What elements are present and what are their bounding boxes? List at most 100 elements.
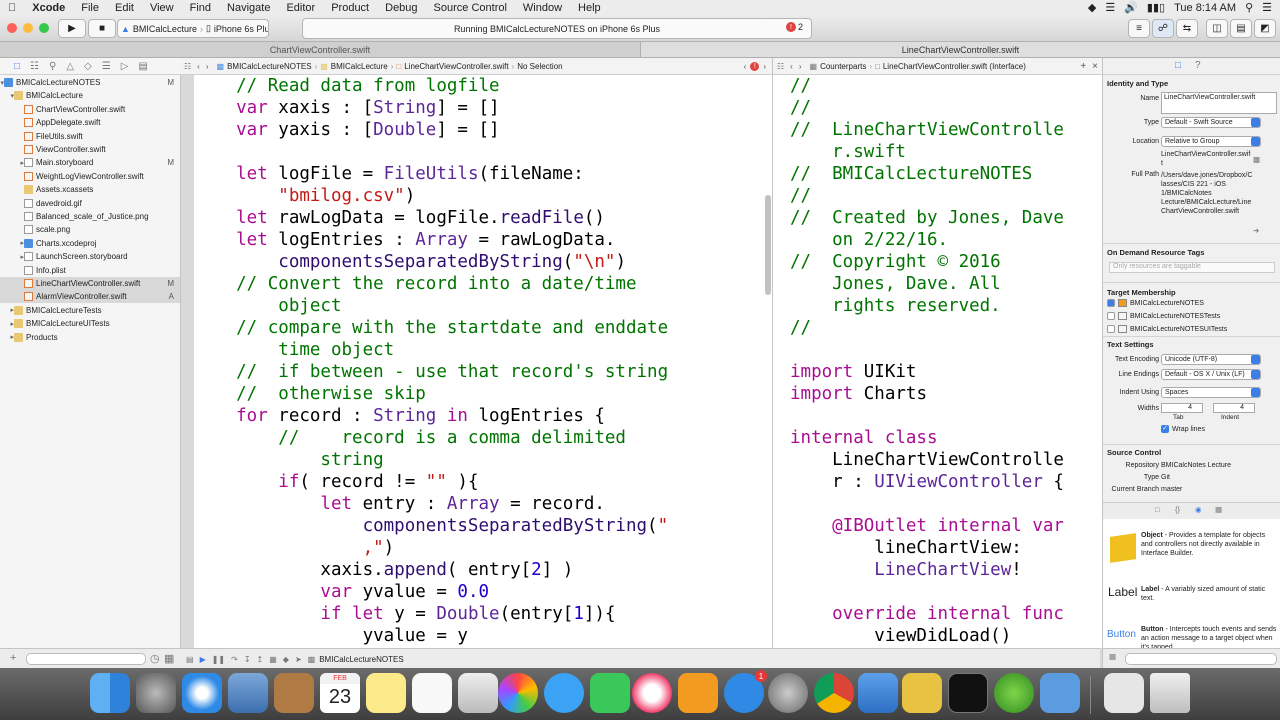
tab-width-field[interactable]: 4	[1161, 403, 1203, 413]
target-membership-item[interactable]: BMICalcLectureNOTESTests	[1107, 312, 1220, 320]
menu-source-control[interactable]: Source Control	[426, 2, 515, 14]
previous-issue-icon[interactable]: ‹	[744, 62, 747, 71]
disclosure-triangle-icon[interactable]: ▸	[0, 320, 14, 328]
nav-item[interactable]: ▸ Products	[0, 331, 180, 344]
photos-icon[interactable]	[498, 673, 538, 713]
library-item-object[interactable]: Object - Provides a template for objects…	[1141, 531, 1277, 558]
dropbox-icon[interactable]: ◆	[1088, 1, 1096, 14]
location-select[interactable]: Relative to Group	[1161, 136, 1261, 147]
toggle-navigator-button[interactable]: ◫	[1206, 19, 1228, 38]
spotlight-icon[interactable]: ⚲	[1245, 1, 1253, 14]
nav-item[interactable]: AlarmViewController.swift A	[0, 290, 180, 304]
facetime-icon[interactable]	[590, 673, 630, 713]
menu-view[interactable]: View	[142, 2, 182, 14]
grid-view-icon[interactable]: ▦	[1109, 652, 1116, 661]
jump-project[interactable]: BMICalcLectureNOTES	[227, 62, 311, 71]
warning-icon[interactable]: △	[66, 61, 74, 72]
apple-icon[interactable]: 	[0, 2, 24, 14]
folder-icon[interactable]: ▩	[1253, 155, 1260, 164]
nav-item[interactable]: scale.png	[0, 223, 180, 236]
messages-icon[interactable]	[544, 673, 584, 713]
name-field[interactable]: LineChartViewController.swift	[1161, 92, 1277, 114]
nav-item[interactable]: FileUtils.swift	[0, 130, 180, 143]
next-issue-icon[interactable]: ›	[763, 62, 766, 71]
code-snippet-icon[interactable]: {}	[1175, 505, 1180, 514]
breakpoints-toggle-icon[interactable]: ▶	[200, 655, 206, 664]
location-icon[interactable]: ➤	[295, 655, 302, 664]
standard-editor-button[interactable]: ≡	[1128, 19, 1150, 38]
notes-icon[interactable]	[366, 673, 406, 713]
indent-using-select[interactable]: Spaces	[1161, 387, 1261, 398]
filter-input[interactable]	[26, 653, 146, 665]
right-code-editor[interactable]: ////// LineChartViewControlle r.swift// …	[790, 75, 1090, 648]
tab-line-chart-view-controller[interactable]: LineChartViewController.swift	[641, 42, 1280, 57]
system-preferences-icon[interactable]	[768, 673, 808, 713]
app-store-icon[interactable]: 1	[724, 670, 767, 713]
wireshark-icon[interactable]	[902, 673, 942, 713]
stop-button[interactable]: ■	[88, 19, 116, 38]
jump-selection[interactable]: No Selection	[517, 62, 562, 71]
nav-item[interactable]: AppDelegate.swift	[0, 116, 180, 129]
debug-target[interactable]: BMICalcLectureNOTES	[319, 655, 403, 664]
nav-item[interactable]: ▾ BMICalcLecture	[0, 89, 180, 102]
jump-file[interactable]: LineChartViewController.swift	[404, 62, 508, 71]
target-membership-item[interactable]: BMICalcLectureNOTESUITests	[1107, 325, 1227, 333]
error-indicator[interactable]: ! 2	[785, 22, 803, 32]
itunes-icon[interactable]	[632, 673, 672, 713]
pause-icon[interactable]: ❚❚	[212, 655, 225, 664]
downloads-stack-icon[interactable]	[1104, 673, 1144, 713]
version-editor-button[interactable]: ⇆	[1176, 19, 1198, 38]
nav-item[interactable]: ▸ BMICalcLectureUITests	[0, 317, 180, 330]
jump-counterparts[interactable]: Counterparts	[820, 62, 866, 71]
nav-item[interactable]: LineChartViewController.swift M	[0, 277, 180, 290]
nav-item[interactable]: Info.plist	[0, 264, 180, 277]
folder-icon[interactable]: □	[14, 61, 20, 72]
nav-item[interactable]: ChartViewController.swift	[0, 103, 180, 116]
add-editor-icon[interactable]: +	[1080, 61, 1086, 72]
indent-width-field[interactable]: 4	[1213, 403, 1255, 413]
nav-item[interactable]: Balanced_scale_of_Justice.png	[0, 210, 180, 223]
reminders-icon[interactable]	[412, 673, 452, 713]
object-library-icon[interactable]: ◉	[1195, 505, 1202, 514]
reveal-in-finder-icon[interactable]: ➔	[1253, 226, 1259, 235]
library-item-button[interactable]: Button - Intercepts touch events and sen…	[1141, 625, 1277, 649]
line-endings-select[interactable]: Default - OS X / Unix (LF)	[1161, 369, 1261, 380]
checkbox[interactable]	[1107, 325, 1115, 333]
type-select[interactable]: Default - Swift Source	[1161, 117, 1261, 128]
menu-product[interactable]: Product	[323, 2, 377, 14]
library-filter-input[interactable]	[1125, 653, 1277, 665]
close-editor-icon[interactable]: ×	[1092, 61, 1098, 72]
nav-item[interactable]: ▾ BMICalcLectureNOTES M	[0, 76, 180, 89]
breakpoint-icon[interactable]: ▷	[121, 61, 129, 72]
toggle-debug-area-button[interactable]: ▤	[1230, 19, 1252, 38]
run-button[interactable]: ▶	[58, 19, 86, 38]
search-icon[interactable]: ⚲	[49, 61, 56, 72]
menu-edit[interactable]: Edit	[107, 2, 142, 14]
recent-files-icon[interactable]: ◷	[150, 652, 160, 665]
checkbox[interactable]	[1107, 299, 1115, 307]
disclosure-triangle-icon[interactable]: ▸	[0, 333, 14, 341]
close-window-icon[interactable]	[7, 23, 17, 33]
view-hierarchy-icon[interactable]: ▦	[269, 655, 277, 664]
photo-booth-icon[interactable]	[458, 673, 498, 713]
encoding-select[interactable]: Unicode (UTF-8)	[1161, 354, 1261, 365]
disclosure-triangle-icon[interactable]: ▸	[0, 239, 24, 247]
target-membership-item[interactable]: BMICalcLectureNOTES	[1107, 299, 1204, 307]
preview-icon[interactable]	[228, 673, 268, 713]
menu-debug[interactable]: Debug	[377, 2, 425, 14]
assistant-editor-button[interactable]: ☍	[1152, 19, 1174, 38]
battery-icon[interactable]: ▮▮▯	[1147, 1, 1165, 14]
error-icon[interactable]: !	[750, 61, 760, 71]
simulator-icon[interactable]	[1040, 673, 1080, 713]
file-inspector-icon[interactable]: □	[1175, 60, 1181, 71]
menu-navigate[interactable]: Navigate	[219, 2, 278, 14]
volume-icon[interactable]: 🔊	[1124, 1, 1138, 14]
nav-item[interactable]: davedroid.gif	[0, 197, 180, 210]
file-template-icon[interactable]: □	[1155, 505, 1160, 514]
back-icon[interactable]: ‹	[790, 62, 793, 71]
library-item-label[interactable]: Label - A variably sized amount of stati…	[1141, 585, 1277, 603]
menu-window[interactable]: Window	[515, 2, 570, 14]
nav-item[interactable]: ▸ LaunchScreen.storyboard	[0, 250, 180, 263]
disclosure-triangle-icon[interactable]: ▸	[0, 159, 24, 167]
clock[interactable]: Tue 8:14 AM	[1174, 2, 1236, 14]
